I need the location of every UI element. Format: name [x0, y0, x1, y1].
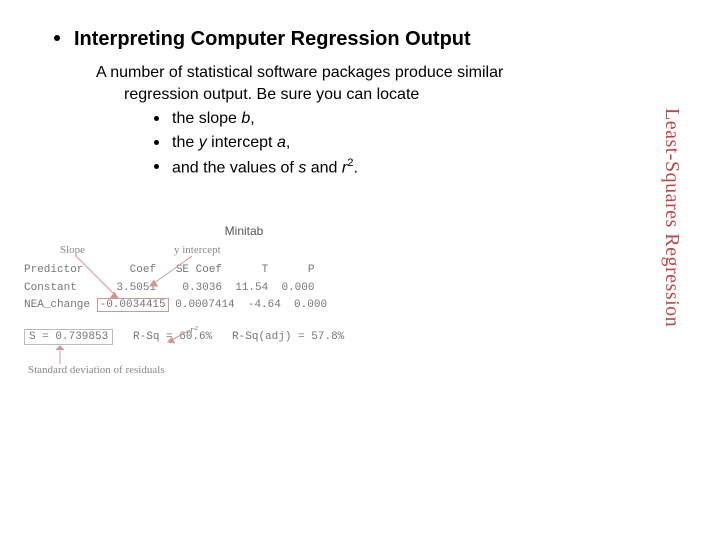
arrow-icon	[144, 254, 204, 290]
var-b: b	[241, 110, 250, 127]
var-y: y	[199, 134, 207, 151]
side-label: Least-Squares Regression	[660, 108, 683, 327]
bullet-icon	[54, 35, 60, 41]
intro-paragraph: A number of statistical software package…	[96, 62, 616, 181]
txt: ,	[286, 134, 290, 151]
locate-list: the slope b, the y intercept a, and the …	[154, 107, 616, 180]
s-box: S = 0.739853	[24, 329, 113, 345]
arrow-icon	[48, 344, 68, 366]
arrow-icon	[72, 254, 142, 302]
txt: the slope	[172, 110, 241, 127]
var-a: a	[277, 134, 286, 151]
list-item: and the values of s and r2.	[154, 155, 616, 180]
heading-text: Interpreting Computer Regression Output	[74, 28, 471, 50]
minitab-output: Minitab Slope y intercept r² Standard de…	[24, 224, 424, 346]
summary-row: S = 0.739853 R-Sq = 60.6% R-Sq(adj) = 57…	[24, 329, 424, 347]
para-line1: A number of statistical software package…	[96, 64, 503, 81]
txt: .	[353, 160, 357, 177]
para-line2: regression output. Be sure you can locat…	[124, 84, 616, 106]
list-item: the y intercept a,	[154, 131, 616, 155]
txt: and	[306, 160, 342, 177]
rsq-adj: R-Sq(adj) = 57.8%	[212, 331, 344, 343]
list-item: the slope b,	[154, 107, 616, 131]
fig-title: Minitab	[64, 224, 424, 238]
txt: the	[172, 134, 199, 151]
txt: ,	[250, 110, 254, 127]
txt: and the values of	[172, 160, 298, 177]
txt: intercept	[207, 134, 277, 151]
slide-heading: Interpreting Computer Regression Output	[54, 28, 471, 51]
cell: 0.0007414 -4.64 0.000	[169, 299, 327, 311]
arrow-icon	[164, 328, 194, 346]
